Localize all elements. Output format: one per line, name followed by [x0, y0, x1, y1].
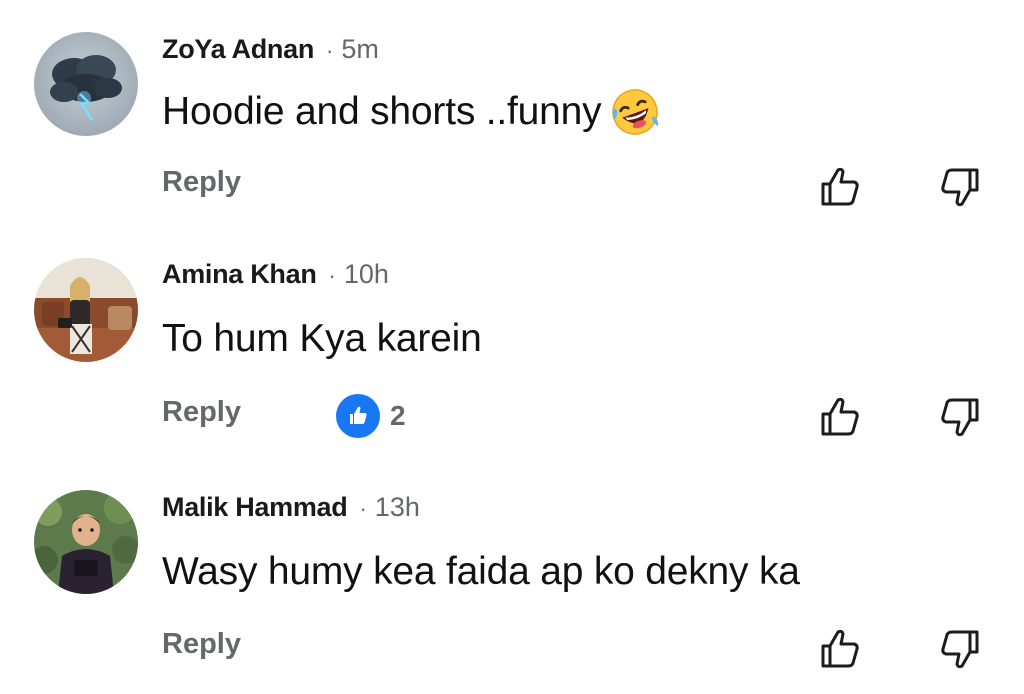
- avatar[interactable]: [34, 32, 138, 136]
- thumbs-up-icon[interactable]: [816, 392, 864, 440]
- comment-item: Amina Khan · 10h To hum Kya karein Reply…: [0, 231, 1024, 462]
- avatar[interactable]: [34, 258, 138, 362]
- comment-timestamp[interactable]: 13h: [375, 492, 420, 523]
- comment-text-row: Wasy humy kea faida ap ko dekny ka: [162, 544, 800, 600]
- reaction-summary[interactable]: 2: [336, 394, 406, 438]
- thumbs-down-icon[interactable]: [936, 626, 984, 674]
- comment-timestamp[interactable]: 10h: [344, 259, 389, 290]
- comment-item: ZoYa Adnan · 5m Hoodie and shorts ..funn…: [0, 0, 1024, 231]
- reply-button[interactable]: Reply: [162, 396, 241, 429]
- reaction-count: 2: [390, 400, 406, 431]
- reply-button[interactable]: Reply: [162, 628, 241, 661]
- comment-author[interactable]: ZoYa Adnan: [162, 34, 314, 65]
- comment-item: Malik Hammad · 13h Wasy humy kea faida a…: [0, 462, 1024, 693]
- separator-dot: ·: [328, 263, 336, 288]
- thumbs-up-icon[interactable]: [816, 162, 864, 210]
- separator-dot: ·: [326, 38, 334, 63]
- comment-text-row: Hoodie and shorts ..funny: [162, 84, 661, 140]
- comment-text: Hoodie and shorts ..funny: [162, 90, 602, 133]
- thumbs-down-icon[interactable]: [936, 394, 984, 442]
- thumbs-up-icon[interactable]: [816, 624, 864, 672]
- avatar[interactable]: [34, 490, 138, 594]
- storm-cloud-avatar-image: [34, 32, 138, 136]
- comment-author[interactable]: Malik Hammad: [162, 492, 348, 523]
- child-avatar-image: [34, 490, 138, 594]
- thumbs-down-icon[interactable]: [936, 164, 984, 212]
- comment-timestamp[interactable]: 5m: [341, 34, 379, 65]
- comment-text: To hum Kya karein: [162, 317, 482, 360]
- comment-text-row: To hum Kya karein: [162, 311, 482, 367]
- rolling-on-floor-laughing-emoji-icon: [609, 86, 661, 138]
- reply-button[interactable]: Reply: [162, 166, 241, 199]
- like-icon: [336, 394, 380, 438]
- woman-seated-avatar-image: [34, 258, 138, 362]
- comment-author[interactable]: Amina Khan: [162, 259, 317, 290]
- separator-dot: ·: [359, 496, 367, 521]
- comment-text: Wasy humy kea faida ap ko dekny ka: [162, 550, 800, 593]
